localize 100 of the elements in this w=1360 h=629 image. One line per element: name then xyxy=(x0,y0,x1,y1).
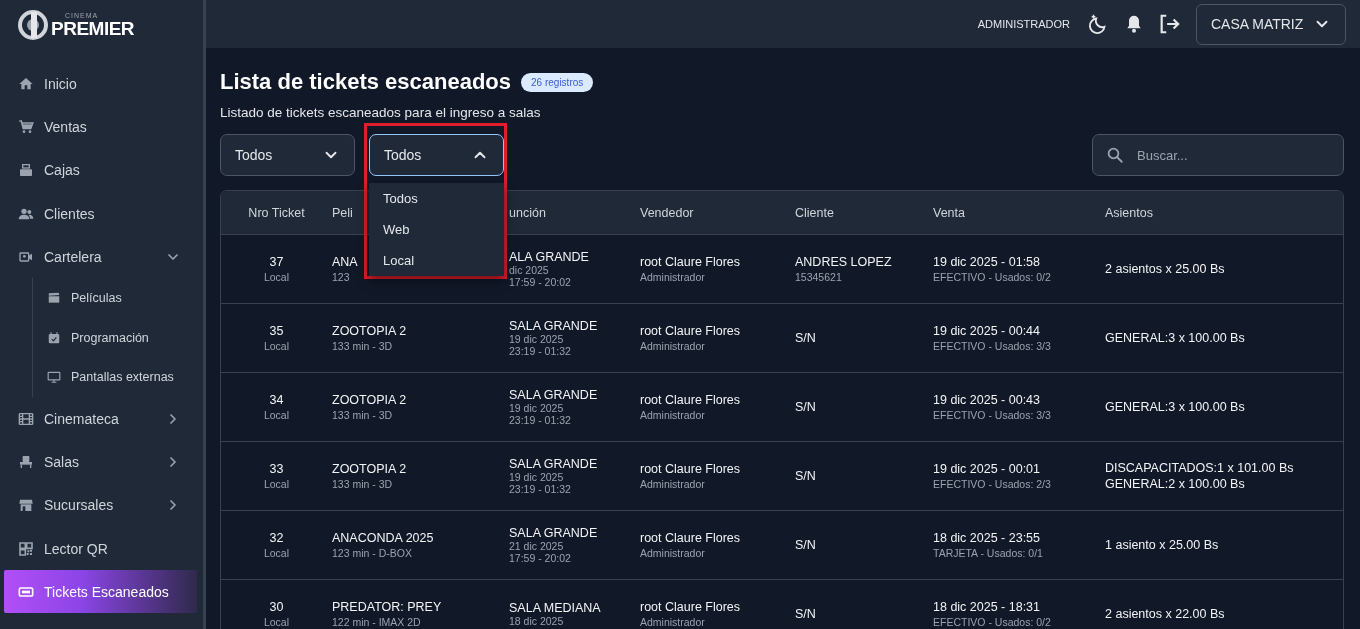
filter-select[interactable]: Todos xyxy=(369,134,504,176)
movie-title: ZOOTOPIA 2 xyxy=(332,462,407,476)
column-header: Asientos xyxy=(1105,205,1153,220)
sidebar-item[interactable]: Clientes xyxy=(4,191,197,236)
column-header: Cliente xyxy=(795,205,834,220)
movie-detail: 122 min - IMAX 2D xyxy=(332,616,421,628)
count-badge: 26 registros xyxy=(521,72,594,92)
ticket-origin: Local xyxy=(263,340,290,352)
show-date: dic 2025 xyxy=(509,264,549,276)
seats-summary: DISCAPACITADOS:1 x 101.00 Bs xyxy=(1105,461,1294,475)
home-icon xyxy=(18,75,34,92)
movie-title: ZOOTOPIA 2 xyxy=(332,393,407,407)
sale-detail: EFECTIVO - Usados: 2/3 xyxy=(933,478,1051,490)
filter-select[interactable]: Todos xyxy=(220,134,355,176)
seller-name: root Claure Flores xyxy=(640,393,741,407)
brand-name: PREMIER xyxy=(51,19,135,38)
branch-select[interactable]: CASA MATRIZ xyxy=(1196,3,1346,45)
sale-date: 19 dic 2025 - 00:44 xyxy=(933,324,1041,338)
sale-detail: EFECTIVO - Usados: 0/2 xyxy=(933,271,1051,283)
sidebar-item[interactable]: Cartelera xyxy=(4,235,197,279)
column-header: unción xyxy=(509,205,546,220)
seller-role: Administrador xyxy=(640,616,705,628)
movie-detail: 133 min - 3D xyxy=(332,340,393,352)
seller-role: Administrador xyxy=(640,409,705,421)
seller-name: root Claure Flores xyxy=(640,462,741,476)
search-field[interactable]: Buscar... xyxy=(1092,134,1344,176)
movie-title: PREDATOR: PREY xyxy=(332,600,442,614)
dropdown-option[interactable]: Local xyxy=(369,245,504,276)
sale-detail: EFECTIVO - Usados: 3/3 xyxy=(933,409,1051,421)
column-header: Peli xyxy=(332,205,353,220)
page-subtitle: Listado de tickets escaneados para el ingreso a salas xyxy=(220,105,542,120)
ticket-origin: Local xyxy=(263,271,290,283)
sidebar-item[interactable]: Salas xyxy=(4,440,197,484)
ticket-number: 37 xyxy=(269,255,284,269)
column-header: Venta xyxy=(933,205,965,220)
room-name: SALA GRANDE xyxy=(509,526,598,540)
movie-detail: 133 min - 3D xyxy=(332,409,393,421)
show-date: 21 dic 2025 xyxy=(509,540,564,552)
sale-date: 19 dic 2025 - 01:58 xyxy=(933,255,1041,269)
sidebar-item[interactable]: Cinemateca xyxy=(4,397,197,441)
seats-summary: GENERAL:2 x 100.00 Bs xyxy=(1105,477,1245,491)
sale-date: 19 dic 2025 - 00:43 xyxy=(933,393,1041,407)
seller-role: Administrador xyxy=(640,271,705,283)
seats-summary: GENERAL:3 x 100.00 Bs xyxy=(1105,331,1245,345)
seats-summary: 2 asientos x 22.00 Bs xyxy=(1105,607,1225,621)
seats-summary: 1 asiento x 25.00 Bs xyxy=(1105,538,1219,552)
cart-icon xyxy=(18,118,34,135)
ticket-number: 35 xyxy=(269,324,284,338)
sidebar-item[interactable]: Ventas xyxy=(4,105,197,149)
logout-button[interactable] xyxy=(1158,13,1180,35)
ticket-number: 34 xyxy=(269,393,284,407)
ticket-number: 30 xyxy=(269,600,284,614)
seats-summary: GENERAL:3 x 100.00 Bs xyxy=(1105,400,1245,414)
sidebar-item[interactable]: Sucursales xyxy=(4,483,197,527)
show-date: 19 dic 2025 xyxy=(509,471,564,483)
room-name: SALA GRANDE xyxy=(509,319,598,333)
show-time: 17:59 - 20:02 xyxy=(509,276,571,288)
sale-detail: EFECTIVO - Usados: 3/3 xyxy=(933,340,1051,352)
sidebar-subitem[interactable]: Programación xyxy=(33,318,203,358)
show-date: 19 dic 2025 xyxy=(509,333,564,345)
column-header: Vendedor xyxy=(640,205,694,220)
client-name: ANDRES LOPEZ xyxy=(795,255,892,269)
sidebar-subitem[interactable]: Películas xyxy=(33,278,203,318)
sale-date: 18 dic 2025 - 23:55 xyxy=(933,531,1041,545)
seller-role: Administrador xyxy=(640,547,705,559)
show-date: 18 dic 2025 xyxy=(509,615,564,627)
seller-name: root Claure Flores xyxy=(640,324,741,338)
dropdown-option[interactable]: Web xyxy=(369,214,504,245)
sidebar-item[interactable]: Inicio xyxy=(4,62,197,106)
dropdown-option[interactable]: Todos xyxy=(369,183,504,214)
room-name: SALA MEDIANA xyxy=(509,601,601,615)
client-document: 15345621 xyxy=(795,271,842,283)
show-time: 23:19 - 01:32 xyxy=(509,345,571,357)
sidebar-item[interactable]: Cajas xyxy=(4,148,197,192)
client-name: S/N xyxy=(795,331,816,345)
film-icon xyxy=(18,410,34,427)
client-name: S/N xyxy=(795,607,816,621)
sale-detail: EFECTIVO - Usados: 0/2 xyxy=(933,616,1051,628)
room-name: SALA GRANDE xyxy=(509,388,598,402)
client-name: S/N xyxy=(795,469,816,483)
room-name: SALA GRANDE xyxy=(509,457,598,471)
seller-role: Administrador xyxy=(640,340,705,352)
logo-icon xyxy=(18,10,48,40)
movie-detail: 123 xyxy=(332,271,350,283)
movie-title: ANACONDA 2025 xyxy=(332,531,434,545)
sale-date: 19 dic 2025 - 00:01 xyxy=(933,462,1041,476)
sidebar-item[interactable]: Tickets Escaneados xyxy=(4,570,197,614)
sidebar-item[interactable]: Lector QR xyxy=(4,526,197,571)
ticket-origin: Local xyxy=(263,616,290,628)
seller-name: root Claure Flores xyxy=(640,600,741,614)
seats-summary: 2 asientos x 25.00 Bs xyxy=(1105,262,1225,276)
column-header: Nro Ticket xyxy=(248,205,305,220)
sidebar-subitem[interactable]: Pantallas externas xyxy=(33,357,203,397)
client-name: S/N xyxy=(795,400,816,414)
ticket-number: 33 xyxy=(269,462,284,476)
movie-detail: 133 min - 3D xyxy=(332,478,393,490)
ticket-origin: Local xyxy=(263,478,290,490)
logout-icon xyxy=(1158,13,1180,35)
ticket-origin: Local xyxy=(263,547,290,559)
seller-name: root Claure Flores xyxy=(640,255,741,269)
